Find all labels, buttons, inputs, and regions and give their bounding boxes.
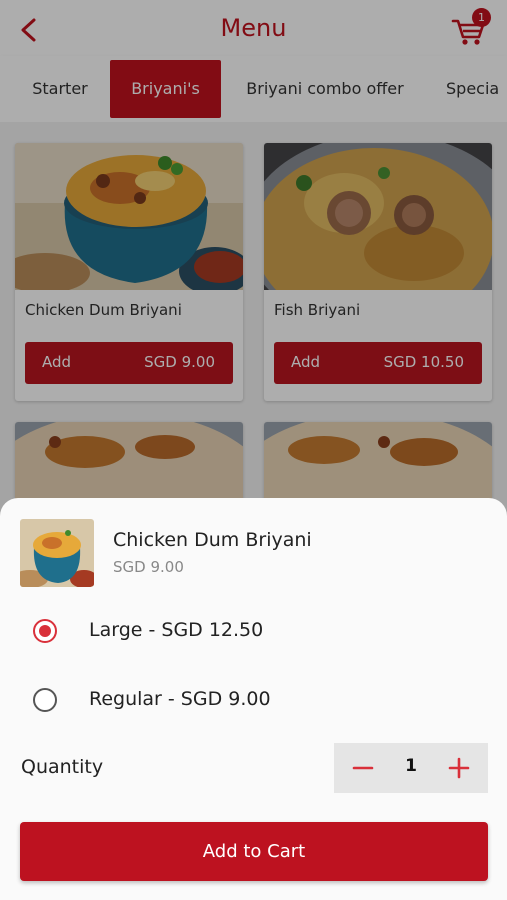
option-large-label: Large - SGD 12.50 <box>89 619 264 641</box>
quantity-label: Quantity <box>21 756 104 778</box>
option-large[interactable]: Large - SGD 12.50 <box>20 606 320 656</box>
plus-icon[interactable] <box>442 751 476 785</box>
quantity-stepper: 1 <box>334 743 488 793</box>
item-options-sheet: Chicken Dum Briyani SGD 9.00 Large - SGD… <box>0 498 507 900</box>
radio-large[interactable] <box>33 619 57 643</box>
add-to-cart-button[interactable]: Add to Cart <box>20 822 488 881</box>
quantity-value: 1 <box>405 756 417 776</box>
selected-item-name: Chicken Dum Briyani <box>113 529 312 551</box>
item-thumbnail <box>20 519 94 587</box>
minus-icon[interactable] <box>346 751 380 785</box>
selected-item-price: SGD 9.00 <box>113 558 184 576</box>
radio-regular[interactable] <box>33 688 57 712</box>
option-regular[interactable]: Regular - SGD 9.00 <box>20 675 320 725</box>
option-regular-label: Regular - SGD 9.00 <box>89 688 271 710</box>
